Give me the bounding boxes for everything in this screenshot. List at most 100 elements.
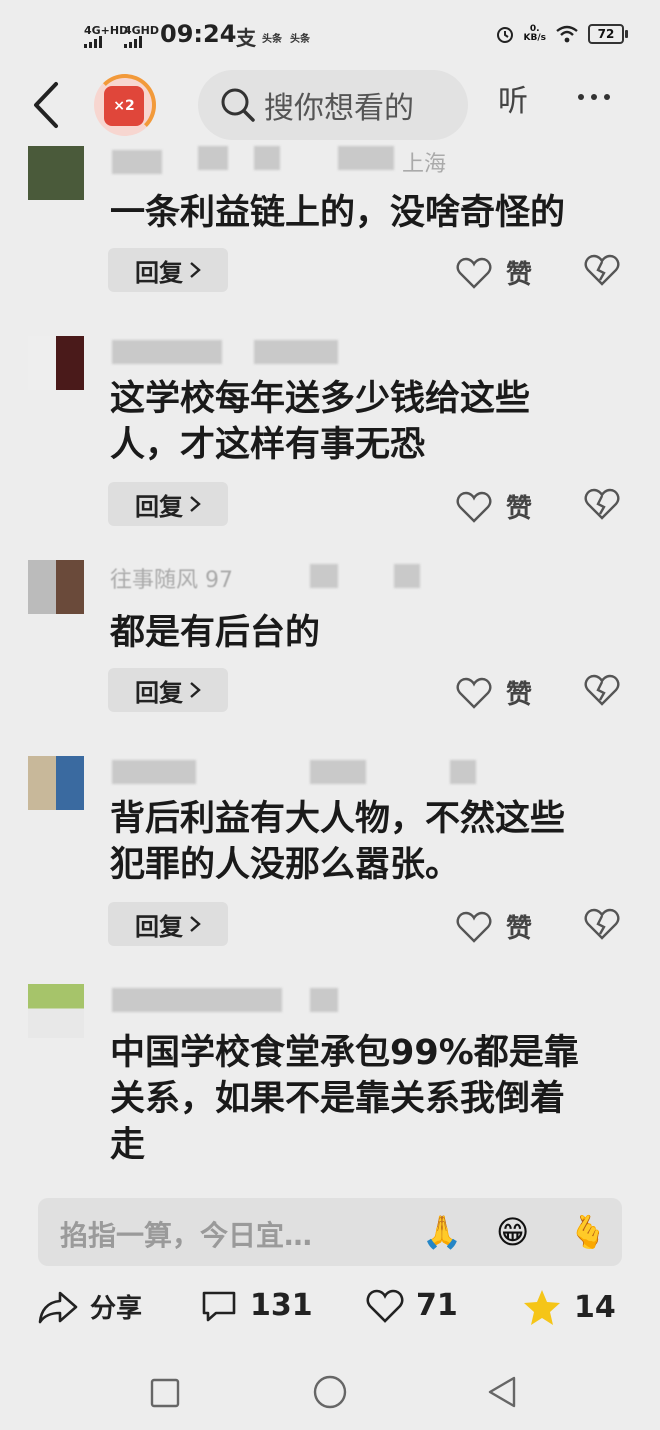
chevron-right-icon [190, 682, 201, 698]
broken-heart-icon [584, 254, 620, 286]
avatar[interactable] [28, 756, 84, 810]
comments-button[interactable]: 131 [200, 1288, 313, 1323]
comment-line: 关系，如果不是靠关系我倒着 [110, 1079, 566, 1119]
alipay-notification-icon: 支 [236, 26, 256, 50]
like-button[interactable]: 赞 [456, 254, 532, 291]
reward-badge-button[interactable]: ×2 [94, 74, 156, 136]
search-placeholder: 搜你想看的 [264, 91, 414, 126]
net-speed: 0. KB/s [524, 25, 546, 43]
comment-text: 中国学校食堂承包99%都是靠 关系，如果不是靠关系我倒着 走 [110, 1030, 630, 1168]
alarm-icon [496, 27, 513, 43]
reward-multiplier: ×2 [104, 86, 144, 126]
favorite-button[interactable]: 14 [522, 1288, 616, 1326]
comment-input-placeholder: 掐指一算，今日宜… [60, 1219, 313, 1252]
network-indicator-1: 4G+HD [84, 25, 128, 48]
like-button[interactable]: 赞 [456, 488, 532, 525]
toutiao-notification-icon: 头条 [262, 34, 282, 45]
share-icon [38, 1291, 78, 1323]
back-button[interactable] [28, 80, 68, 130]
more-options-button[interactable] [578, 94, 610, 100]
top-nav: ×2 搜你想看的 听 [0, 66, 660, 146]
comment-line: 一条利益链上的，没啥奇怪的 [110, 193, 566, 233]
back-triangle-icon[interactable] [486, 1376, 518, 1408]
comment-text: 一条利益链上的，没啥奇怪的 [110, 190, 630, 236]
status-bar: 4G+HD 4GHD 09:24 支 头条 头条 0. KB/s 72 [0, 0, 660, 70]
search-input[interactable]: 搜你想看的 [198, 70, 468, 140]
signal-icon [84, 36, 102, 48]
like-label: 赞 [506, 260, 533, 290]
pray-emoji-icon[interactable]: 🙏 [422, 1212, 462, 1252]
comment-line: 中国学校食堂承包99%都是靠 [110, 1033, 579, 1073]
reply-label: 回复 [135, 258, 183, 287]
comment-line: 犯罪的人没那么嚣张。 [110, 845, 461, 885]
comment-line: 人，才这样有事无恐 [110, 425, 426, 465]
chevron-left-icon [34, 82, 58, 128]
broken-heart-icon [584, 674, 620, 706]
dislike-button[interactable] [584, 488, 620, 524]
listen-button[interactable]: 听 [498, 76, 528, 120]
like-article-button[interactable]: 71 [366, 1288, 458, 1323]
dislike-button[interactable] [584, 908, 620, 944]
username-blurred [112, 988, 282, 1012]
reply-button[interactable]: 回复 [108, 482, 228, 526]
signal-icon [124, 36, 142, 48]
username-blurred [112, 150, 162, 174]
like-label: 赞 [506, 680, 533, 710]
share-button[interactable]: 分享 [38, 1288, 142, 1325]
broken-heart-icon [584, 488, 620, 520]
username-blurred [310, 760, 366, 784]
username-blurred [450, 760, 476, 784]
favorite-count: 14 [574, 1289, 616, 1325]
like-label: 赞 [506, 914, 533, 944]
star-icon [524, 1290, 560, 1325]
like-count: 71 [416, 1288, 458, 1323]
grin-emoji-icon[interactable]: 😁 [496, 1212, 529, 1252]
username-blurred [394, 564, 420, 588]
comment-line: 走 [110, 1125, 146, 1165]
username-blurred [254, 340, 338, 364]
location-label: 上海 [402, 152, 447, 177]
more-dot [604, 94, 610, 100]
username-blurred [198, 146, 228, 170]
search-icon [221, 88, 255, 122]
heart-outline-icon [456, 677, 492, 709]
comment-input[interactable]: 掐指一算，今日宜… 🙏 😁 🫰 [38, 1198, 622, 1266]
reply-label: 回复 [135, 912, 183, 941]
reply-button[interactable]: 回复 [108, 248, 228, 292]
username-blurred [310, 564, 338, 588]
battery-indicator: 72 [588, 24, 628, 44]
reply-button[interactable]: 回复 [108, 668, 228, 712]
broken-heart-icon [584, 908, 620, 940]
like-button[interactable]: 赞 [456, 908, 532, 945]
avatar[interactable] [28, 336, 84, 390]
avatar[interactable] [28, 984, 84, 1038]
username-blurred [338, 146, 394, 170]
username-label: 往事随风 97 [110, 568, 233, 593]
wifi-icon [556, 25, 578, 43]
recent-apps-icon[interactable] [150, 1378, 180, 1408]
heart-outline-icon [456, 257, 492, 289]
action-bar: 分享 131 71 14 [0, 1280, 660, 1340]
comment-count: 131 [250, 1288, 313, 1323]
reply-label: 回复 [135, 678, 183, 707]
reply-button[interactable]: 回复 [108, 902, 228, 946]
home-icon[interactable] [313, 1375, 347, 1409]
like-label: 赞 [506, 494, 533, 524]
comment-icon [202, 1291, 236, 1321]
share-label: 分享 [90, 1294, 143, 1324]
avatar[interactable] [28, 146, 84, 200]
heart-outline-icon [366, 1289, 404, 1323]
finger-heart-emoji-icon[interactable]: 🫰 [568, 1212, 608, 1252]
dislike-button[interactable] [584, 674, 620, 710]
comment-line: 背后利益有大人物，不然这些 [110, 799, 566, 839]
dislike-button[interactable] [584, 254, 620, 290]
heart-outline-icon [456, 491, 492, 523]
username-blurred [310, 988, 338, 1012]
more-dot [591, 94, 597, 100]
username-blurred [112, 340, 222, 364]
more-dot [578, 94, 584, 100]
clock: 09:24 [160, 20, 237, 48]
avatar[interactable] [28, 560, 84, 614]
status-right: 0. KB/s 72 [496, 24, 628, 44]
like-button[interactable]: 赞 [456, 674, 532, 711]
